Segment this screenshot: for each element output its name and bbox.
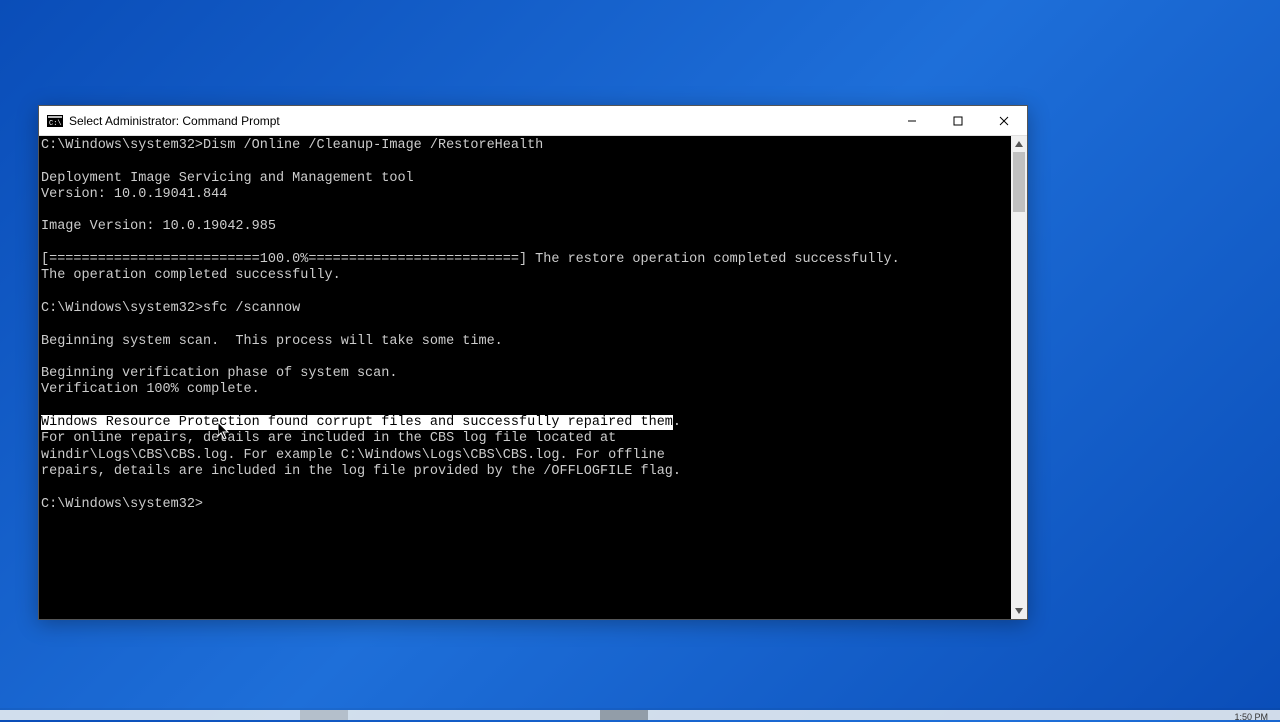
scroll-down-arrow-icon[interactable] [1011, 603, 1027, 619]
clock[interactable]: 1:50 PM [1234, 712, 1268, 722]
maximize-button[interactable] [935, 106, 981, 135]
output-line: Beginning system scan. This process will… [41, 334, 503, 349]
output-line: repairs, details are included in the log… [41, 464, 681, 479]
console-area: C:\Windows\system32>Dism /Online /Cleanu… [39, 136, 1027, 619]
selected-text: Windows Resource Protection found corrup… [41, 415, 673, 430]
cmd-icon: C:\ [47, 113, 63, 129]
console-output[interactable]: C:\Windows\system32>Dism /Online /Cleanu… [39, 136, 1011, 619]
output-line: The operation completed successfully. [41, 268, 341, 283]
prompt-line: C:\Windows\system32>Dism /Online /Cleanu… [41, 138, 543, 153]
scroll-up-arrow-icon[interactable] [1011, 136, 1027, 152]
output-line: Deployment Image Servicing and Managemen… [41, 171, 414, 186]
window-controls [889, 106, 1027, 135]
prompt-line: C:\Windows\system32>sfc /scannow [41, 301, 300, 316]
taskbar-item[interactable] [300, 710, 348, 720]
progress-line: [==========================100.0%=======… [41, 252, 900, 267]
taskbar-item[interactable] [600, 710, 648, 720]
command-prompt-window: C:\ Select Administrator: Command Prompt… [38, 105, 1028, 620]
output-line: windir\Logs\CBS\CBS.log. For example C:\… [41, 448, 665, 463]
close-button[interactable] [981, 106, 1027, 135]
vertical-scrollbar[interactable] [1011, 136, 1027, 619]
prompt-line: C:\Windows\system32> [41, 497, 203, 512]
output-line: Version: 10.0.19041.844 [41, 187, 227, 202]
taskbar[interactable]: 1:50 PM [0, 710, 1280, 720]
output-line: Verification 100% complete. [41, 382, 260, 397]
output-line: Beginning verification phase of system s… [41, 366, 397, 381]
output-line: Image Version: 10.0.19042.985 [41, 219, 276, 234]
minimize-button[interactable] [889, 106, 935, 135]
titlebar[interactable]: C:\ Select Administrator: Command Prompt [39, 106, 1027, 136]
svg-text:C:\: C:\ [49, 120, 62, 127]
scroll-thumb[interactable] [1013, 152, 1025, 212]
window-title: Select Administrator: Command Prompt [69, 114, 889, 128]
output-line: For online repairs, details are included… [41, 431, 616, 446]
